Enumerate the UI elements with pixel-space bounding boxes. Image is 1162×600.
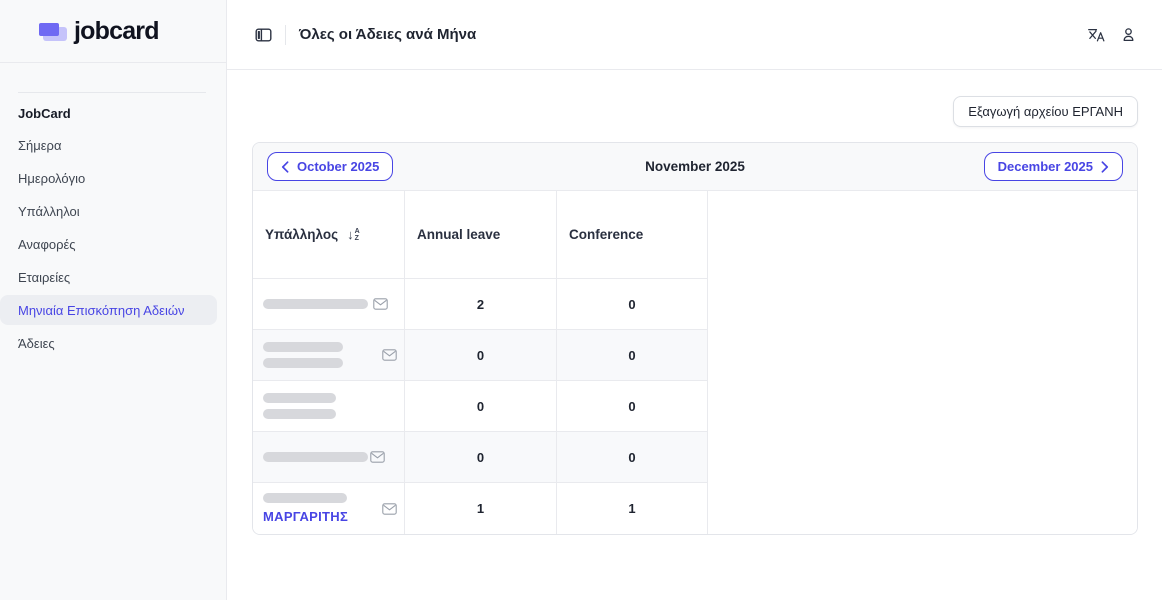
redacted-name-placeholder xyxy=(263,358,343,368)
sidebar-nav: ΣήμεραΗμερολόγιοΥπάλληλοιΑναφορέςΕταιρεί… xyxy=(0,130,226,361)
app-window: jobcard JobCard ΣήμεραΗμερολόγιοΥπάλληλο… xyxy=(0,0,1162,600)
sidebar-item-2[interactable]: Υπάλληλοι xyxy=(0,196,226,226)
sidebar-item-3[interactable]: Αναφορές xyxy=(0,229,226,259)
prev-month-label: October 2025 xyxy=(297,159,379,174)
email-icon[interactable] xyxy=(382,349,397,361)
column-header-annual-leave: Annual leave xyxy=(405,191,557,279)
column-header-conference: Conference xyxy=(557,191,708,279)
sidebar-item-0[interactable]: Σήμερα xyxy=(0,130,226,160)
language-icon[interactable] xyxy=(1085,24,1107,45)
employee-cell xyxy=(253,432,405,483)
topbar: Όλες οι Άδειες ανά Μήνα xyxy=(227,0,1162,70)
monthly-leaves-card: October 2025 November 2025 December 2025… xyxy=(252,142,1138,535)
sidebar-item-1[interactable]: Ημερολόγιο xyxy=(0,163,226,193)
export-ergani-button[interactable]: Εξαγωγή αρχείου ΕΡΓΑΝΗ xyxy=(953,96,1138,127)
redacted-name-placeholder xyxy=(263,452,368,462)
table-empty-region xyxy=(708,191,1137,534)
next-month-button[interactable]: December 2025 xyxy=(984,152,1123,181)
chevron-right-icon xyxy=(1101,161,1109,173)
month-navigation: October 2025 November 2025 December 2025 xyxy=(253,143,1137,191)
user-icon[interactable] xyxy=(1119,25,1138,45)
toolbar: Εξαγωγή αρχείου ΕΡΓΑΝΗ xyxy=(252,96,1138,127)
sidebar-item-6[interactable]: Άδειες xyxy=(0,328,226,358)
sidebar-item-5[interactable]: Μηνιαία Επισκόπηση Αδειών xyxy=(0,295,217,325)
annual-leave-cell: 1 xyxy=(405,483,557,534)
conference-cell: 0 xyxy=(557,381,708,432)
table-row: 20 xyxy=(253,279,708,330)
employee-cell xyxy=(253,330,405,381)
leaves-table: Υπάλληλος Annual leave Conference 200000… xyxy=(253,191,1137,534)
conference-cell: 0 xyxy=(557,432,708,483)
sidebar-item-4[interactable]: Εταιρείες xyxy=(0,262,226,292)
sort-az-icon[interactable] xyxy=(347,227,360,242)
page-title: Όλες οι Άδειες ανά Μήνα xyxy=(299,26,476,43)
email-icon[interactable] xyxy=(370,451,385,463)
sidebar: jobcard JobCard ΣήμεραΗμερολόγιοΥπάλληλο… xyxy=(0,0,227,600)
table-header-row: Υπάλληλος Annual leave Conference xyxy=(253,191,708,279)
content-area: Εξαγωγή αρχείου ΕΡΓΑΝΗ October 2025 Nove… xyxy=(227,70,1162,535)
sidebar-section-label: JobCard xyxy=(18,106,208,121)
conference-cell: 1 xyxy=(557,483,708,534)
logo-text: jobcard xyxy=(74,17,159,46)
next-month-label: December 2025 xyxy=(998,159,1093,174)
conference-cell: 0 xyxy=(557,330,708,381)
email-icon[interactable] xyxy=(373,298,388,310)
employee-cell xyxy=(253,279,405,330)
conference-cell: 0 xyxy=(557,279,708,330)
redacted-name-placeholder xyxy=(263,342,343,352)
annual-leave-cell: 0 xyxy=(405,381,557,432)
redacted-name-placeholder xyxy=(263,393,336,403)
table-row: ΜΑΡΓΑΡΙΤΗΣ 11 xyxy=(253,483,708,534)
logo[interactable]: jobcard xyxy=(0,0,226,63)
employee-name-link[interactable]: ΜΑΡΓΑΡΙΤΗΣ xyxy=(263,509,348,524)
main-area: Όλες οι Άδειες ανά Μήνα Εξαγωγή αρχείου … xyxy=(227,0,1162,600)
prev-month-button[interactable]: October 2025 xyxy=(267,152,393,181)
employee-cell: ΜΑΡΓΑΡΙΤΗΣ xyxy=(253,483,405,534)
employee-cell xyxy=(253,381,405,432)
sidebar-divider xyxy=(18,92,206,93)
table-row: 00 xyxy=(253,381,708,432)
table-row: 00 xyxy=(253,432,708,483)
redacted-name-placeholder xyxy=(263,493,347,503)
chevron-left-icon xyxy=(281,161,289,173)
panel-toggle-icon[interactable] xyxy=(253,25,274,45)
topbar-divider xyxy=(285,25,286,45)
jobcard-logo-icon xyxy=(38,19,68,43)
table-row: 00 xyxy=(253,330,708,381)
annual-leave-cell: 0 xyxy=(405,432,557,483)
redacted-name-placeholder xyxy=(263,409,336,419)
email-icon[interactable] xyxy=(382,503,397,515)
redacted-name-placeholder xyxy=(263,299,368,309)
annual-leave-cell: 2 xyxy=(405,279,557,330)
annual-leave-cell: 0 xyxy=(405,330,557,381)
column-header-employee: Υπάλληλος xyxy=(253,191,405,279)
